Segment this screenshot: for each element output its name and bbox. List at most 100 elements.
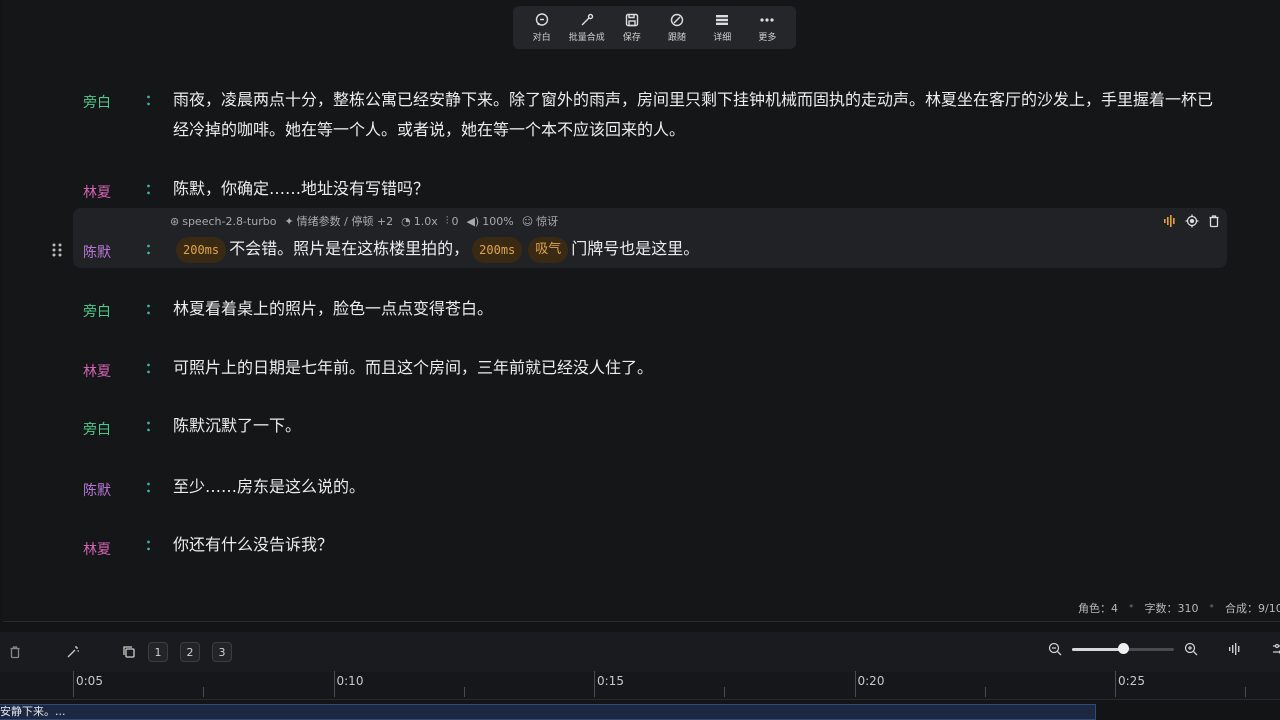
magic-wand-icon[interactable] <box>66 645 80 659</box>
save-button[interactable]: 保存 <box>611 8 653 48</box>
colon: ： <box>145 538 159 554</box>
colon: ： <box>145 242 159 258</box>
copy-icon[interactable] <box>122 645 136 659</box>
waveform-icon[interactable] <box>1163 214 1177 228</box>
text-segment: 门牌号也是这里。 <box>571 239 700 258</box>
ruler-tick-label: 0:20 <box>857 674 885 688</box>
timeline-toolbar: 1 2 3 <box>0 632 1280 672</box>
line-text[interactable]: 至少……房东是这么说的。 <box>173 472 1213 502</box>
trash-icon[interactable] <box>1207 214 1221 228</box>
zoom-slider-knob[interactable] <box>1117 643 1129 654</box>
pause-tag[interactable]: 200ms <box>472 236 523 263</box>
locate-icon[interactable] <box>1185 214 1199 228</box>
ruler-major-tick <box>73 671 74 697</box>
trash-icon[interactable] <box>8 645 22 659</box>
line-actions <box>1163 214 1221 228</box>
emotion-params[interactable]: ✦ 情绪参数 / 停顿 +2 <box>284 213 393 229</box>
ruler-tick-label: 0:25 <box>1118 674 1145 688</box>
zoom-in-icon[interactable] <box>1184 642 1198 656</box>
ruler-minor-tick <box>1245 687 1247 697</box>
speed-value: 1.0x <box>413 214 438 228</box>
pitch-setting[interactable]: ⫶ 0 <box>446 214 459 228</box>
audio-clip[interactable]: 安静下来。... <box>0 704 1096 720</box>
speed-setting[interactable]: ◔ 1.0x <box>401 215 438 228</box>
mood-value: 惊讶 <box>536 215 559 228</box>
wand-icon <box>581 13 593 26</box>
colon: ： <box>145 182 159 198</box>
ruler-tick-label: 0:05 <box>76 674 103 688</box>
save-icon <box>625 13 639 27</box>
speaker-label[interactable]: 陈默 <box>83 480 111 500</box>
track-button-2[interactable]: 2 <box>180 642 200 662</box>
batch-synthesize-button[interactable]: 批量合成 <box>566 8 608 48</box>
model-selector[interactable]: ⊛ speech-2.8-turbo <box>170 215 276 228</box>
colon: ： <box>145 419 159 435</box>
volume-value: 100% <box>482 214 514 228</box>
zoom-slider[interactable] <box>1072 642 1174 656</box>
speed-icon: ◔ <box>401 214 411 228</box>
top-toolbar: 对白 批量合成 保存 跟随 详细 更多 <box>513 6 796 49</box>
dialogue-button[interactable]: 对白 <box>521 8 563 48</box>
timeline-ruler[interactable]: 0:05 0:10 0:15 0:20 0:25 <box>0 671 1280 700</box>
separator-dot: • <box>1128 600 1135 613</box>
status-bar: 角色：4 • 字数：310 • 合成：9/10 <box>1078 600 1280 616</box>
zoom-out-icon[interactable] <box>1048 642 1062 656</box>
detail-label: 详细 <box>713 33 732 43</box>
separator-dot: • <box>1208 600 1216 613</box>
line-text[interactable]: 雨夜，凌晨两点十分，整栋公寓已经安静下来。除了窗外的雨声，房间里只剩下挂钟机械而… <box>173 85 1213 145</box>
more-button[interactable]: 更多 <box>746 8 788 48</box>
follow-button[interactable]: 跟随 <box>656 8 698 48</box>
speaker-label[interactable]: 旁白 <box>83 419 111 439</box>
emoji-icon: ☺ <box>521 214 534 228</box>
batch-synthesize-label: 批量合成 <box>568 33 605 43</box>
more-label: 更多 <box>758 33 777 43</box>
line-text[interactable]: 可照片上的日期是七年前。而且这个房间，三年前就已经没人住了。 <box>173 353 1213 383</box>
ruler-major-tick <box>854 671 856 697</box>
speaker-label[interactable]: 林夏 <box>83 539 111 559</box>
speaker-label[interactable]: 旁白 <box>83 301 111 321</box>
mood-setting[interactable]: ☺ 惊讶 <box>522 213 558 229</box>
text-segment: 不会错。照片是在这栋楼里拍的， <box>229 239 470 258</box>
ruler-minor-tick <box>463 687 465 697</box>
speaker-label[interactable]: 林夏 <box>83 361 111 381</box>
colon: ： <box>145 93 159 109</box>
line-text[interactable]: 200ms 不会错。照片是在这栋楼里拍的， 200ms 吸气 门牌号也是这里。 <box>173 234 1213 264</box>
settings-sliders-icon[interactable] <box>1272 642 1280 656</box>
detail-button[interactable]: 详细 <box>701 8 743 48</box>
breath-tag[interactable]: 吸气 <box>528 236 569 263</box>
line-text[interactable]: 陈默沉默了一下。 <box>173 411 1213 441</box>
ruler-minor-tick <box>984 687 986 697</box>
speaker-label[interactable]: 林夏 <box>83 182 111 202</box>
ruler-major-tick <box>594 671 595 697</box>
ruler-minor-tick <box>724 687 726 697</box>
char-count: 字数：310 <box>1144 602 1199 615</box>
line-text[interactable]: 陈默，你确定……地址没有写错吗？ <box>173 174 1213 204</box>
sparkle-icon: ✦ <box>284 214 294 228</box>
zoom-slider-fill <box>1072 648 1123 651</box>
dialogue-label: 对白 <box>532 33 551 43</box>
drag-handle-icon[interactable] <box>51 242 63 258</box>
follow-label: 跟随 <box>668 33 687 43</box>
speaker-label[interactable]: 陈默 <box>83 242 111 262</box>
line-text[interactable]: 你还有什么没告诉我？ <box>173 530 1213 560</box>
waveform-icon[interactable] <box>1228 642 1242 656</box>
line-meta: ⊛ speech-2.8-turbo ✦ 情绪参数 / 停顿 +2 ◔ 1.0x ⫶ 0… <box>170 213 558 229</box>
track-button-3[interactable]: 3 <box>212 642 232 662</box>
pause-tag[interactable]: 200ms <box>176 236 227 263</box>
speaker-label[interactable]: 旁白 <box>83 92 111 112</box>
ruler-tick-label: 0:10 <box>336 674 364 688</box>
track-button-1[interactable]: 1 <box>148 642 168 662</box>
ruler-major-tick <box>1115 671 1116 697</box>
pitch-icon: ⫶ <box>445 214 449 227</box>
colon: ： <box>145 480 159 496</box>
colon: ： <box>145 302 159 318</box>
line-text[interactable]: 林夏看着桌上的照片，脸色一点点变得苍白。 <box>173 294 1213 324</box>
volume-setting[interactable]: ◀) 100% <box>466 215 513 228</box>
follow-icon <box>670 13 684 27</box>
synth-count: 合成：9/10 <box>1225 602 1280 615</box>
ruler-minor-tick <box>203 687 205 697</box>
ruler-major-tick <box>333 671 335 697</box>
role-count: 角色：4 <box>1078 602 1118 615</box>
chat-bubble-icon <box>535 13 548 26</box>
model-name: speech-2.8-turbo <box>182 214 277 228</box>
